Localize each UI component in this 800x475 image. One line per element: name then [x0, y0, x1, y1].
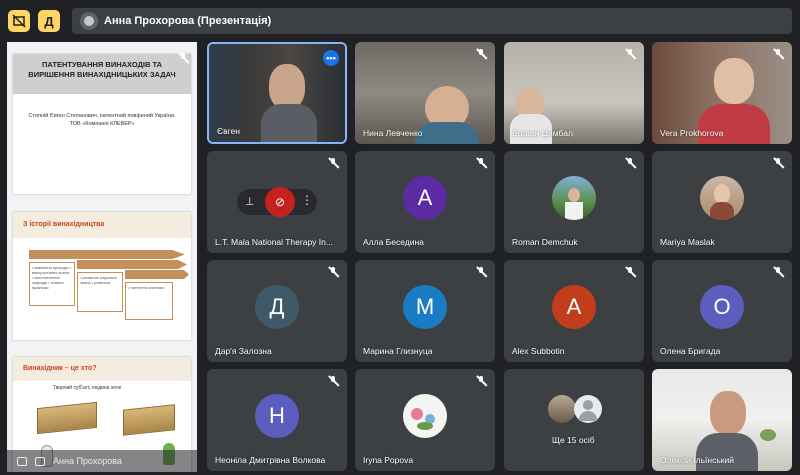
participant-avatar: H [255, 394, 299, 438]
participant-name: Євген [217, 126, 240, 136]
wooden-block [37, 401, 97, 435]
slide-2-header: З історії винахідництва [13, 212, 191, 238]
participant-tile[interactable]: Нина Левченко [355, 42, 495, 144]
user-badge-button[interactable]: Д [38, 10, 60, 32]
presentation-footer: Анна Прохорова [7, 450, 197, 472]
participant-avatar: A [403, 176, 447, 220]
mic-off-icon [475, 375, 487, 387]
participant-avatar [403, 394, 447, 438]
slide-1-title: ПАТЕНТУВАННЯ ВИНАХОДІВ ТА ВИРІШЕННЯ ВИНА… [28, 60, 176, 79]
mic-off-icon [624, 157, 636, 169]
wooden-block [123, 404, 175, 436]
participant-avatar [574, 395, 602, 423]
mute-participant-button[interactable]: ⊘ [265, 187, 295, 217]
timeline-box-1: • вивчення природи • використання вогню … [29, 262, 75, 306]
mic-off-icon [327, 157, 339, 169]
more-participants-tile[interactable]: Ще 15 осіб [504, 369, 644, 471]
participant-name: Дар'я Залозна [215, 346, 272, 356]
slide-2[interactable]: З історії винахідництва • вивчення приро… [13, 212, 191, 340]
participant-tile[interactable]: Д Дар'я Залозна [207, 260, 347, 362]
mic-off-icon [177, 52, 189, 64]
present-off-icon[interactable] [8, 10, 30, 32]
participant-name: Нина Левченко [363, 128, 423, 138]
slide-3-subtitle: Творчий суб'єкт, людина хоче [53, 385, 122, 391]
participant-tile[interactable]: ⊥ ⊘ ⋮ L.T. Mala National Therapy In... [207, 151, 347, 253]
tile-hover-controls: ⊥ ⊘ ⋮ [237, 187, 317, 217]
mic-off-icon [772, 48, 784, 60]
more-vert-icon[interactable]: ⋮ [301, 193, 313, 207]
participant-tile[interactable]: ••• Євген [207, 42, 347, 144]
top-bar: Д Анна Прохорова (Презентація) [0, 0, 800, 40]
participant-name: Марина Глизнуца [363, 346, 433, 356]
presenter-chip[interactable]: Анна Прохорова (Презентація) [72, 8, 792, 34]
timeline-arrow [77, 260, 187, 269]
participant-name: L.T. Mala National Therapy In... [215, 237, 333, 247]
mic-off-icon [327, 266, 339, 278]
slide-2-title: З історії винахідництва [23, 221, 105, 228]
presenter-name: Анна Прохорова (Презентація) [104, 15, 272, 27]
participant-tile[interactable]: O Олена Бригада [652, 260, 792, 362]
mic-off-icon [327, 375, 339, 387]
timeline-arrow [29, 250, 185, 259]
participant-avatar: O [700, 285, 744, 329]
pin-icon[interactable]: ⊥ [245, 195, 255, 208]
participant-name: Олена Бригада [660, 346, 721, 356]
participant-name: Алла Беседина [363, 237, 424, 247]
participant-tile[interactable]: Roman Demchuk [504, 151, 644, 253]
participant-name: Богдан Цимбал [512, 128, 573, 138]
slide-3-header: Винахідник – це хто? [13, 357, 191, 381]
participant-avatar [700, 176, 744, 220]
more-participants-label: Ще 15 осіб [552, 435, 595, 445]
mic-off-icon [624, 266, 636, 278]
mic-off-icon [475, 48, 487, 60]
participant-avatar [552, 176, 596, 220]
participant-tile[interactable]: Олексій Ільїнський [652, 369, 792, 471]
slide-1[interactable]: ПАТЕНТУВАННЯ ВИНАХОДІВ ТА ВИРІШЕННЯ ВИНА… [13, 54, 191, 194]
participant-name: Олексій Ільїнський [660, 455, 734, 465]
presentation-owner: Анна Прохорова [53, 456, 122, 466]
mic-off-icon [772, 266, 784, 278]
participant-tile[interactable]: Mariya Maslak [652, 151, 792, 253]
mic-off-icon [475, 157, 487, 169]
participant-tile[interactable]: Богдан Цимбал [504, 42, 644, 144]
slide-1-author: Стопній Євген Степанович, патентний пові… [28, 113, 176, 127]
participant-name: Alex Subbotin [512, 346, 565, 356]
participant-avatar [548, 395, 576, 423]
participant-name: Mariya Maslak [660, 237, 715, 247]
mic-off-icon [475, 266, 487, 278]
timeline-box-2: • розвиток наукових знань • ремесла [77, 272, 123, 312]
participant-tile[interactable]: Iryna Popova [355, 369, 495, 471]
participant-avatar: A [552, 285, 596, 329]
participant-name: Iryna Popova [363, 455, 414, 465]
participant-name: Roman Demchuk [512, 237, 578, 247]
mic-off-icon [772, 157, 784, 169]
participant-tile[interactable]: Vera Prokhorova [652, 42, 792, 144]
mic-icon[interactable] [17, 457, 27, 466]
participant-avatar: M [403, 285, 447, 329]
participant-tile[interactable]: A Alex Subbotin [504, 260, 644, 362]
participant-avatar: Д [255, 285, 299, 329]
participant-tile[interactable]: M Марина Глизнуца [355, 260, 495, 362]
timeline-arrow [125, 270, 189, 279]
participant-tile[interactable]: A Алла Беседина [355, 151, 495, 253]
participant-tile[interactable]: H Неоніла Дмитрівна Волкова [207, 369, 347, 471]
slide-3-title: Винахідник – це хто? [23, 365, 97, 372]
screen-icon[interactable] [35, 457, 45, 466]
timeline-box-3: • патентна система [125, 282, 173, 320]
participant-name: Неоніла Дмитрівна Волкова [215, 455, 326, 465]
participant-name: Vera Prokhorova [660, 128, 724, 138]
mic-off-icon [624, 48, 636, 60]
presenter-avatar [80, 12, 98, 30]
more-options-button[interactable]: ••• [323, 50, 339, 66]
presentation-panel: ПАТЕНТУВАННЯ ВИНАХОДІВ ТА ВИРІШЕННЯ ВИНА… [7, 42, 197, 472]
